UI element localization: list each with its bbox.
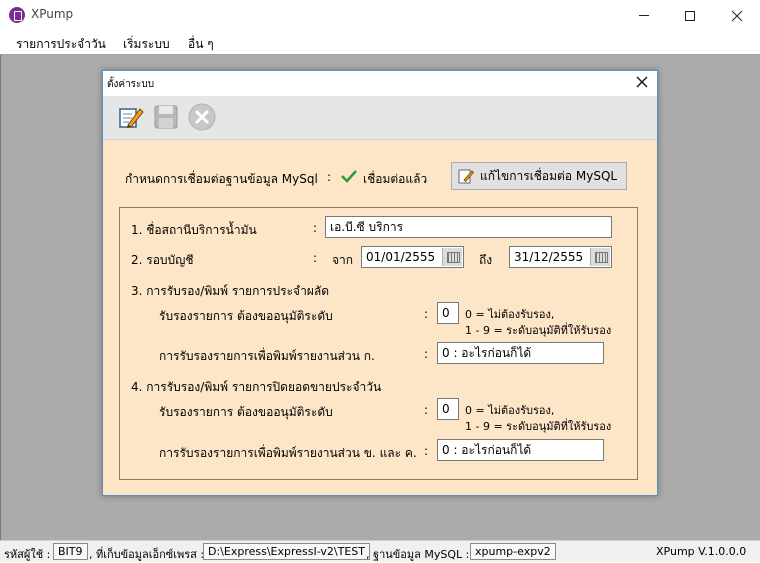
- shift-print-field[interactable]: 0 : อะไรก่อนก็ได้: [437, 342, 604, 364]
- menu-bar: รายการประจำวัน เริ่มระบบ อื่น ๆ: [0, 31, 760, 54]
- station-name-colon: :: [313, 221, 318, 235]
- to-date-value: 31/12/2555: [514, 250, 584, 264]
- close-icon: [636, 76, 648, 88]
- minimize-icon: [639, 15, 649, 16]
- edit-pencil-icon: [458, 169, 474, 184]
- shift-approve-hint-2: 1 - 9 = ระดับอนุมัติที่ให้รับรอง: [465, 324, 612, 337]
- daily-print-label: การรับรองรายการเพื่อพิมพ์รายงานส่วน ข. แ…: [159, 446, 417, 460]
- status-bar: รหัสผู้ใช้ : BIT9 , ที่เก็บข้อมูลเอ็กซ์เ…: [0, 540, 760, 562]
- edit-mysql-connection-label: แก้ไขการเชื่อมต่อ MySQL: [480, 168, 618, 183]
- cancel-button[interactable]: [187, 102, 217, 132]
- to-label: ถึง: [479, 253, 493, 267]
- daily-print-field[interactable]: 0 : อะไรก่อนก็ได้: [437, 439, 604, 461]
- edit-button[interactable]: [115, 102, 145, 132]
- menu-daily[interactable]: รายการประจำวัน: [16, 35, 106, 54]
- user-value: BIT9: [53, 543, 88, 560]
- minimize-button[interactable]: [621, 0, 667, 31]
- settings-dialog: ตั้งค่าระบบ กำหนดการเชื่อมต่อฐานข้อมูล M…: [102, 70, 658, 496]
- dialog-title: ตั้งค่าระบบ: [107, 79, 155, 90]
- daily-print-colon: :: [424, 444, 429, 458]
- shift-approve-level-field[interactable]: 0: [437, 302, 459, 324]
- db-value: xpump-expv2: [470, 543, 556, 560]
- shift-print-colon: :: [424, 347, 429, 361]
- accounting-period-colon: :: [313, 251, 318, 265]
- menu-start-system[interactable]: เริ่มระบบ: [123, 35, 170, 54]
- station-name-label: 1. ชื่อสถานีบริการน้ำมัน: [131, 223, 257, 237]
- daily-approve-hint-2: 1 - 9 = ระดับอนุมัติที่ให้รับรอง: [465, 420, 612, 433]
- cancel-x-icon: [188, 103, 216, 131]
- dialog-titlebar: ตั้งค่าระบบ: [103, 71, 657, 96]
- window-titlebar: XPump: [0, 0, 760, 31]
- calendar-icon[interactable]: [590, 248, 610, 266]
- daily-close-approval-title: 4. การรับรอง/พิมพ์ รายการปิดยอดขายประจำว…: [131, 380, 382, 394]
- data-path-value: D:\Express\ExpressI-v2\TEST: [203, 543, 370, 560]
- checkmark-icon: [341, 170, 357, 183]
- calendar-icon[interactable]: [442, 248, 462, 266]
- db-label: , ฐานข้อมูล MySQL :: [366, 548, 470, 561]
- to-date-field[interactable]: 31/12/2555: [509, 246, 612, 268]
- connection-status: เชื่อมต่อแล้ว: [363, 172, 428, 186]
- user-label: รหัสผู้ใช้ :: [4, 548, 51, 561]
- from-date-field[interactable]: 01/01/2555: [361, 246, 464, 268]
- shift-approval-title: 3. การรับรอง/พิมพ์ รายการประจำผลัด: [131, 284, 329, 298]
- save-button[interactable]: [151, 102, 181, 132]
- version-text: XPump V.1.0.0.0: [656, 545, 747, 558]
- daily-approve-level-field[interactable]: 0: [437, 398, 459, 420]
- daily-approve-level-label: รับรองรายการ ต้องขออนุมัติระดับ: [159, 405, 333, 419]
- from-label: จาก: [332, 253, 354, 267]
- menu-other[interactable]: อื่น ๆ: [188, 35, 214, 54]
- shift-print-label: การรับรองรายการเพื่อพิมพ์รายงานส่วน ก.: [159, 349, 375, 363]
- shift-approve-level-label: รับรองรายการ ต้องขออนุมัติระดับ: [159, 309, 333, 323]
- window-title: XPump: [31, 7, 74, 21]
- mysql-connection-label: กำหนดการเชื่อมต่อฐานข้อมูล MySql: [125, 172, 318, 186]
- mysql-colon: :: [327, 170, 332, 184]
- from-date-value: 01/01/2555: [366, 250, 436, 264]
- daily-approve-level-colon: :: [424, 403, 429, 417]
- maximize-icon: [685, 10, 695, 21]
- edit-mysql-connection-button[interactable]: แก้ไขการเชื่อมต่อ MySQL: [451, 162, 627, 190]
- dialog-toolbar: [103, 96, 657, 140]
- close-icon: [731, 10, 743, 21]
- app-icon: [9, 7, 25, 23]
- close-button[interactable]: [714, 0, 760, 31]
- save-disk-icon: [154, 105, 178, 129]
- edit-document-icon: [119, 108, 144, 128]
- data-path-label: , ที่เก็บข้อมูลเอ็กซ์เพรส :: [89, 548, 205, 561]
- accounting-period-label: 2. รอบบัญชี: [131, 253, 194, 267]
- dialog-close-button[interactable]: [631, 73, 653, 93]
- station-name-field[interactable]: เอ.บี.ซี บริการ: [325, 216, 612, 238]
- shift-approve-level-colon: :: [424, 307, 429, 321]
- maximize-button[interactable]: [667, 0, 713, 31]
